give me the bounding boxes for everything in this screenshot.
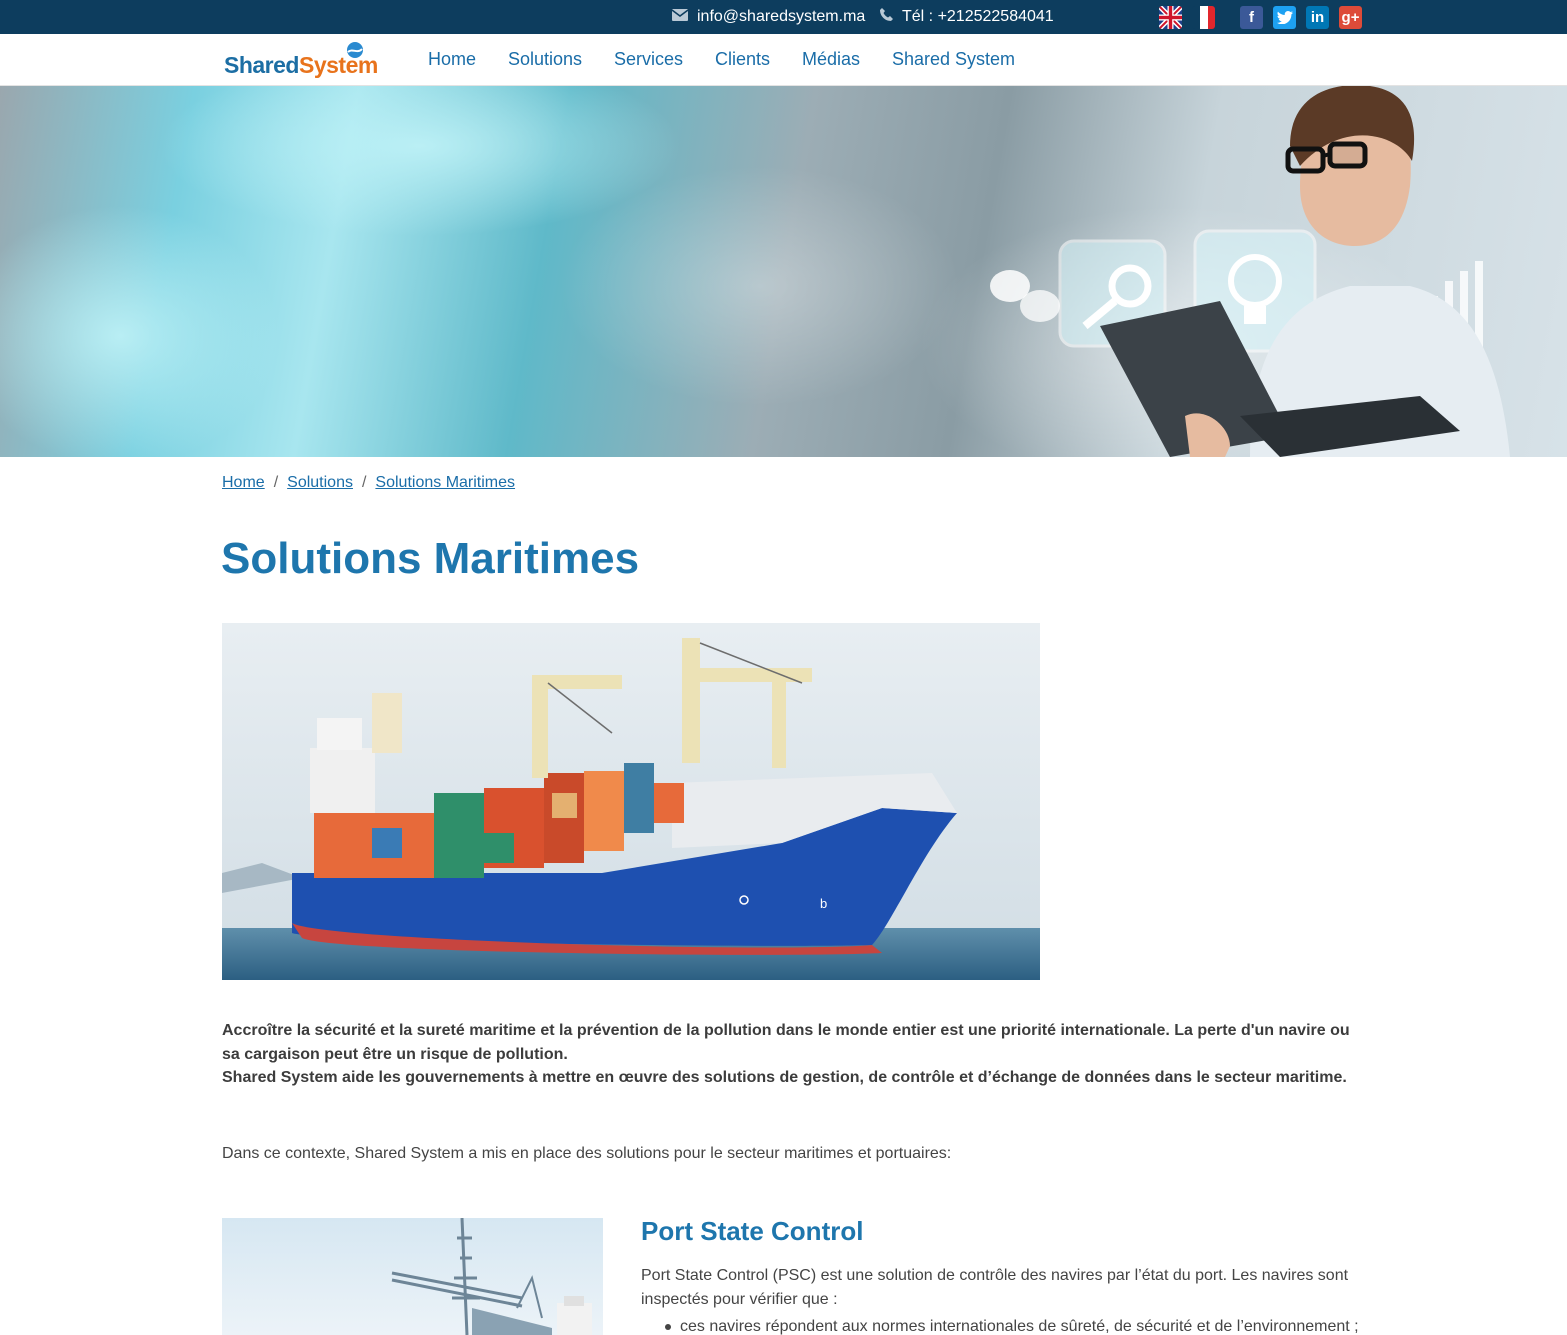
- envelope-icon: [671, 8, 689, 26]
- logo-text-shared: Shared: [224, 52, 299, 78]
- top-bar: info@sharedsystem.ma Tél : +212522584041…: [0, 0, 1567, 34]
- logo[interactable]: SharedSystem: [224, 40, 378, 80]
- psc-description: Port State Control (PSC) est une solutio…: [641, 1267, 1349, 1308]
- logo-text: SharedSystem: [224, 52, 378, 79]
- psc-title: Port State Control: [641, 1216, 864, 1246]
- breadcrumb: Home / Solutions / Solutions Maritimes: [222, 474, 515, 492]
- intro-paragraph: Accroître la sécurité et la sureté marit…: [222, 1019, 1362, 1090]
- googleplus-glyph: g+: [1341, 9, 1360, 26]
- flag-uk-icon[interactable]: [1159, 6, 1182, 29]
- nav-clients[interactable]: Clients: [715, 49, 770, 70]
- nav-medias[interactable]: Médias: [802, 49, 860, 70]
- nav-services[interactable]: Services: [614, 49, 683, 70]
- port-crane-image: [222, 1218, 603, 1335]
- nav-shared-system[interactable]: Shared System: [892, 49, 1015, 70]
- context-paragraph: Dans ce contexte, Shared System a mis en…: [222, 1145, 952, 1162]
- breadcrumb-home[interactable]: Home: [222, 474, 265, 491]
- breadcrumb-separator: /: [361, 474, 367, 491]
- linkedin-glyph: in: [1310, 9, 1325, 26]
- email-contact[interactable]: info@sharedsystem.ma: [671, 0, 865, 34]
- twitter-icon[interactable]: [1273, 6, 1296, 29]
- psc-list: ces navires répondent aux normes interna…: [665, 1318, 1359, 1335]
- bullet-icon: [665, 1323, 671, 1330]
- flag-fr-icon[interactable]: [1192, 6, 1215, 29]
- linkedin-icon[interactable]: in: [1306, 6, 1329, 29]
- googleplus-icon[interactable]: g+: [1339, 6, 1362, 29]
- phone-icon: [880, 8, 893, 26]
- psc-list-item-text: ces navires répondent aux normes interna…: [680, 1318, 1359, 1335]
- breadcrumb-current[interactable]: Solutions Maritimes: [375, 474, 515, 491]
- facebook-icon[interactable]: f: [1240, 6, 1263, 29]
- nav-home[interactable]: Home: [428, 49, 476, 70]
- nav-solutions[interactable]: Solutions: [508, 49, 582, 70]
- list-item: ces navires répondent aux normes interna…: [665, 1318, 1359, 1335]
- breadcrumb-separator: /: [273, 474, 279, 491]
- hero-banner: [0, 86, 1567, 457]
- hero-image: [0, 86, 1510, 457]
- svg-text:b: b: [820, 896, 827, 911]
- main-navbar: SharedSystem Home Solutions Services Cli…: [0, 34, 1567, 86]
- intro-line-1: Accroître la sécurité et la sureté marit…: [222, 1022, 1350, 1063]
- intro-line-2: Shared System aide les gouvernements à m…: [222, 1069, 1347, 1086]
- page-title: Solutions Maritimes: [221, 534, 640, 583]
- facebook-glyph: f: [1249, 9, 1254, 26]
- cargo-ship-image: b: [222, 623, 1040, 980]
- email-text[interactable]: info@sharedsystem.ma: [697, 8, 865, 26]
- breadcrumb-solutions[interactable]: Solutions: [287, 474, 353, 491]
- phone-contact[interactable]: Tél : +212522584041: [880, 0, 1054, 34]
- phone-text: Tél : +212522584041: [902, 8, 1054, 25]
- logo-text-system: System: [298, 52, 378, 78]
